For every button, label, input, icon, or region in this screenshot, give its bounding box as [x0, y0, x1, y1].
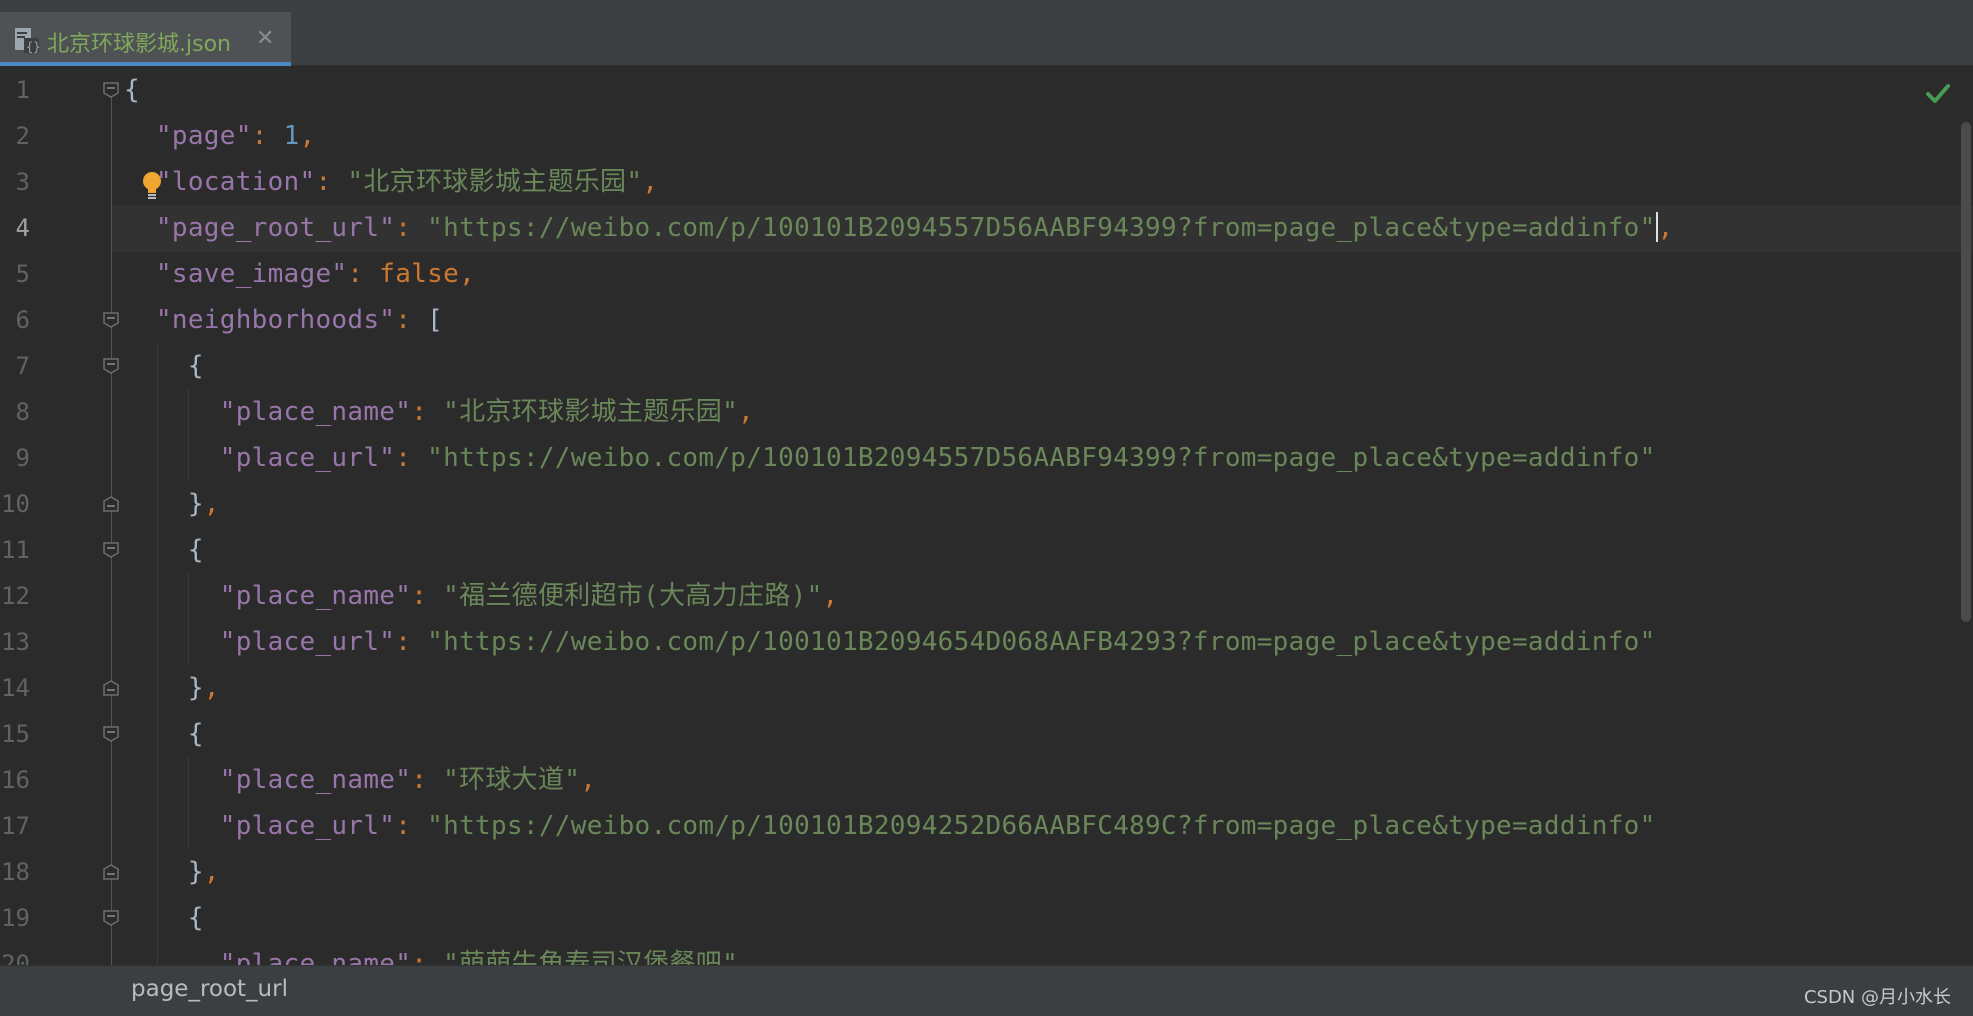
json-file-icon: {}: [15, 28, 40, 54]
line-number: 19: [1, 904, 30, 932]
code-line-11: {: [187, 535, 204, 565]
close-icon[interactable]: ✕: [256, 26, 274, 51]
line-number: 10: [1, 490, 30, 518]
json-key: "page_root_url": [155, 213, 396, 243]
line-number: 5: [15, 260, 30, 288]
code-line-17: "place_url": "https://weibo.com/p/100101…: [219, 811, 1656, 841]
line-number: 16: [1, 766, 30, 794]
code-line-3: "location": "北京环球影城主题乐园",: [155, 167, 659, 197]
code-line-6: "neighborhoods": [: [155, 305, 444, 335]
code-line-12: "place_name": "福兰德便利超市(大高力庄路)",: [219, 581, 839, 611]
json-key: "location": [155, 167, 316, 197]
json-key: "neighborhoods": [155, 305, 396, 335]
fold-marker-icon[interactable]: [102, 679, 120, 697]
code-line-18: },: [187, 857, 220, 887]
json-number: 1: [283, 121, 300, 151]
line-number: 3: [15, 168, 30, 196]
line-number: 14: [1, 674, 30, 702]
fold-marker-icon[interactable]: [102, 863, 120, 881]
line-number: 12: [1, 582, 30, 610]
json-string: "北京环球影城主题乐园": [347, 167, 643, 197]
line-number: 20: [1, 950, 30, 965]
fold-marker-icon[interactable]: [102, 541, 120, 559]
code-line-19: {: [187, 903, 204, 933]
json-key: "place_url": [219, 627, 396, 657]
fold-marker-icon[interactable]: [102, 311, 120, 329]
json-key: "place_name": [219, 581, 412, 611]
tab-file-name: 北京环球影城.json: [47, 32, 231, 57]
json-string: "福兰德便利超市(大高力庄路)": [443, 581, 823, 611]
json-key: "save_image": [155, 259, 348, 289]
svg-text:{}: {}: [26, 40, 40, 54]
json-string: "https://weibo.com/p/100101B2094557D56AA…: [427, 443, 1656, 473]
json-boolean: false: [379, 259, 460, 289]
line-number: 18: [1, 858, 30, 886]
json-string: "环球大道": [443, 765, 581, 795]
code-line-4: "page_root_url": "https://weibo.com/p/10…: [155, 211, 1674, 243]
line-number: 8: [15, 398, 30, 426]
code-line-20: "place_name": "萌萌牛角寿司汉堡餐吧",: [124, 941, 754, 965]
code-line-16: "place_name": "环球大道",: [219, 765, 597, 795]
line-number: 2: [15, 122, 30, 150]
json-key: "page": [155, 121, 252, 151]
tab-json-file[interactable]: {} 北京环球影城.json ✕: [0, 12, 291, 66]
json-string: "https://weibo.com/p/100101B2094654D068A…: [427, 627, 1656, 657]
json-string: "https://weibo.com/p/100101B2094557D56AA…: [427, 213, 1656, 243]
line-number: 6: [15, 306, 30, 334]
json-key: "place_name": [219, 949, 412, 965]
json-key: "place_name": [219, 765, 412, 795]
fold-guide: [111, 89, 112, 965]
fold-marker-icon[interactable]: [102, 909, 120, 927]
line-number: 17: [1, 812, 30, 840]
json-key: "place_name": [219, 397, 412, 427]
code-line-9: "place_url": "https://weibo.com/p/100101…: [219, 443, 1656, 473]
code-editor[interactable]: 1 2 3 4 5 6 7 8 9 10 11 12 13 14 15 16 1…: [0, 67, 1973, 965]
vertical-scrollbar-thumb[interactable]: [1961, 122, 1971, 622]
json-key: "place_url": [219, 443, 396, 473]
watermark: CSDN @月小水长: [1803, 987, 1951, 1008]
json-key: "place_url": [219, 811, 396, 841]
code-line-10: },: [187, 489, 220, 519]
code-line-15: {: [187, 719, 204, 749]
fold-marker-icon[interactable]: [102, 495, 120, 513]
code-line-2: "page": 1,: [155, 121, 316, 151]
breadcrumb[interactable]: page_root_url: [131, 976, 288, 1002]
editor-tab-bar: {} 北京环球影城.json ✕: [0, 12, 1973, 66]
gutter: 1 2 3 4 5 6 7 8 9 10 11 12 13 14 15 16 1…: [0, 67, 112, 965]
fold-marker-icon[interactable]: [102, 725, 120, 743]
fold-marker-icon[interactable]: [102, 357, 120, 375]
line-number: 11: [1, 536, 30, 564]
check-icon[interactable]: [1925, 81, 1951, 107]
json-string: "萌萌牛角寿司汉堡餐吧": [443, 949, 739, 965]
line-number: 13: [1, 628, 30, 656]
line-number-current: 4: [15, 214, 30, 242]
code-line-8: "place_name": "北京环球影城主题乐园",: [219, 397, 754, 427]
code-line-14: },: [187, 673, 220, 703]
line-number: 7: [15, 352, 30, 380]
line-number: 15: [1, 720, 30, 748]
line-number: 1: [15, 76, 30, 104]
line-number: 9: [15, 444, 30, 472]
json-string: "https://weibo.com/p/100101B2094252D66AA…: [427, 811, 1656, 841]
fold-marker-icon[interactable]: [102, 81, 120, 99]
code-line-7: {: [187, 351, 204, 381]
code-line-1: {: [124, 75, 140, 105]
code-line-13: "place_url": "https://weibo.com/p/100101…: [219, 627, 1656, 657]
breadcrumb-bar: page_root_url CSDN @月小水长: [0, 965, 1973, 1016]
json-string: "北京环球影城主题乐园": [443, 397, 739, 427]
code-line-5: "save_image": false,: [155, 259, 476, 289]
